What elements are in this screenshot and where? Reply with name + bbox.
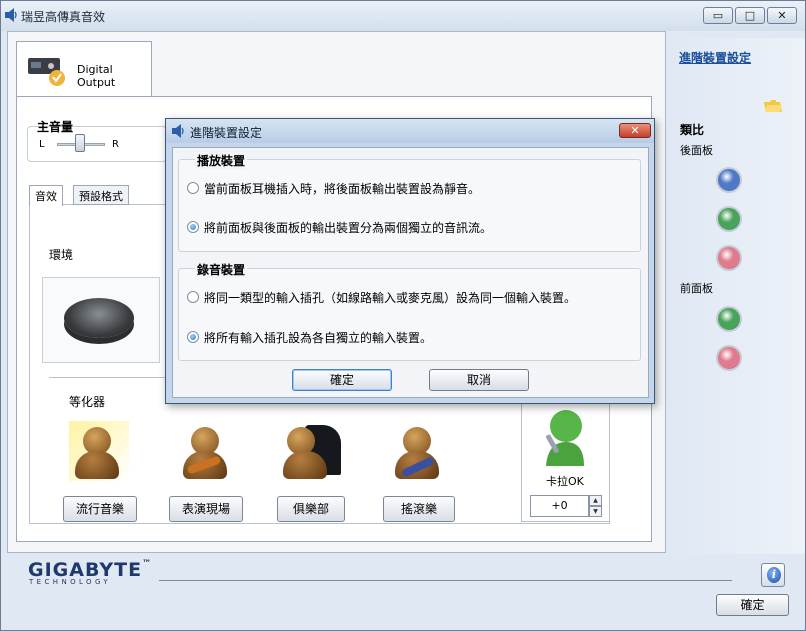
preset-live-button[interactable]: 表演現場	[169, 496, 243, 522]
preset-pop-button[interactable]: 流行音樂	[63, 496, 137, 522]
front-panel-label: 前面板	[680, 282, 713, 295]
recording-option-1-radio[interactable]	[187, 291, 199, 303]
app-window: 瑞昱高傳真音效 ▭ □ ✕ Digital Output 主音量 L R 音效 …	[0, 0, 806, 631]
front-headphone-jack[interactable]	[716, 306, 742, 332]
main-volume-title: 主音量	[37, 120, 74, 134]
volume-right-label: R	[112, 139, 119, 150]
playback-option-1-label[interactable]: 當前面板耳機插入時，將後面板輸出裝置設為靜音。	[204, 180, 480, 197]
karaoke-value-field[interactable]: +0	[530, 495, 589, 517]
title-bar: 瑞昱高傳真音效 ▭ □ ✕	[1, 1, 805, 31]
back-line-in-jack[interactable]	[716, 167, 742, 193]
playback-group: 播放裝置 當前面板耳機插入時，將後面板輸出裝置設為靜音。 將前面板與後面板的輸出…	[178, 152, 641, 252]
preset-rock-button[interactable]: 搖滾樂	[383, 496, 455, 522]
front-mic-jack[interactable]	[716, 345, 742, 371]
device-tab-label: Digital Output	[77, 63, 116, 89]
back-panel-label: 後面板	[680, 144, 713, 157]
tab-sound-effects[interactable]: 音效	[29, 185, 63, 206]
dialog-body: 播放裝置 當前面板耳機插入時，將後面板輸出裝置設為靜音。 將前面板與後面板的輸出…	[172, 147, 649, 398]
main-ok-button[interactable]: 確定	[716, 594, 789, 616]
tab-default-format[interactable]: 預設格式	[73, 185, 129, 205]
club-pianist-icon[interactable]	[283, 421, 343, 483]
dialog-cancel-button[interactable]: 取消	[429, 369, 529, 391]
karaoke-down-button[interactable]: ▼	[589, 506, 602, 517]
dialog-title-bar: 進階裝置設定 ✕	[166, 119, 654, 143]
analog-label: 類比	[680, 123, 705, 137]
back-line-out-jack[interactable]	[716, 206, 742, 232]
environment-label: 環境	[49, 248, 74, 262]
pop-singer-icon[interactable]	[69, 421, 129, 483]
preset-club-button[interactable]: 俱樂部	[277, 496, 345, 522]
gigabyte-technology-label: TECHNOLOGY	[29, 578, 112, 586]
advanced-settings-link[interactable]: 進階裝置設定	[679, 49, 751, 66]
digital-output-device-icon	[28, 58, 65, 86]
close-button[interactable]: ✕	[767, 7, 797, 24]
back-mic-in-jack[interactable]	[716, 245, 742, 271]
dialog-speaker-icon	[172, 124, 184, 138]
equalizer-label: 等化器	[69, 395, 106, 409]
recording-group-title: 錄音裝置	[195, 261, 248, 278]
environment-disc-icon	[64, 298, 134, 338]
info-icon: i	[767, 567, 781, 583]
info-button[interactable]: i	[761, 563, 785, 587]
minimize-button[interactable]: ▭	[703, 7, 733, 24]
recording-option-2-radio[interactable]	[187, 331, 199, 343]
advanced-settings-dialog: 進階裝置設定 ✕ 播放裝置 當前面板耳機插入時，將後面板輸出裝置設為靜音。 將前…	[165, 118, 655, 404]
playback-group-title: 播放裝置	[195, 152, 248, 169]
karaoke-up-button[interactable]: ▲	[589, 495, 602, 506]
recording-option-1-label[interactable]: 將同一類型的輸入插孔（如線路輸入或麥克風）設為同一個輸入裝置。	[204, 289, 576, 306]
balance-slider-thumb[interactable]	[75, 134, 85, 152]
karaoke-singer-icon	[546, 410, 584, 466]
playback-option-2-radio[interactable]	[187, 221, 199, 233]
dialog-ok-button[interactable]: 確定	[292, 369, 392, 391]
playback-option-2-label[interactable]: 將前面板與後面板的輸出裝置分為兩個獨立的音訊流。	[204, 219, 492, 236]
playback-option-1-radio[interactable]	[187, 182, 199, 194]
live-guitarist-icon[interactable]	[177, 421, 237, 483]
karaoke-panel: 卡拉OK +0 ▲ ▼	[521, 403, 610, 522]
folder-icon[interactable]	[764, 99, 782, 113]
tab-digital-output[interactable]: Digital Output	[16, 41, 152, 97]
recording-option-2-label[interactable]: 將所有輸入插孔設為各自獨立的輸入裝置。	[204, 329, 432, 346]
volume-left-label: L	[39, 139, 45, 150]
maximize-button[interactable]: □	[735, 7, 765, 24]
recording-group: 錄音裝置 將同一類型的輸入插孔（如線路輸入或麥克風）設為同一個輸入裝置。 將所有…	[178, 261, 641, 361]
rock-guitarist-icon[interactable]	[389, 421, 449, 483]
speaker-icon	[5, 8, 17, 22]
footer-divider	[159, 580, 732, 581]
right-side-panel	[669, 38, 805, 554]
window-title: 瑞昱高傳真音效	[21, 10, 106, 24]
karaoke-label: 卡拉OK	[546, 475, 584, 488]
dialog-close-button[interactable]: ✕	[619, 123, 651, 138]
dialog-title: 進階裝置設定	[190, 126, 263, 140]
